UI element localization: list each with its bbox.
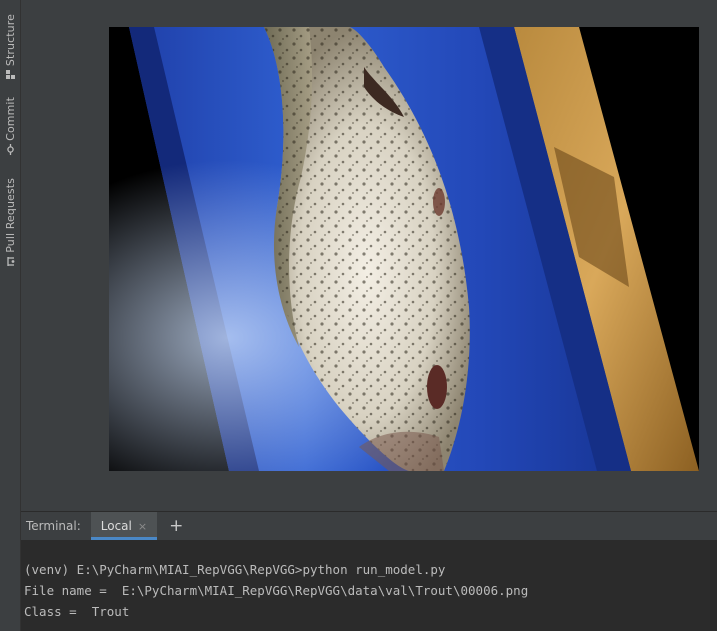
structure-icon xyxy=(5,70,15,80)
terminal-line: Class = Trout xyxy=(24,604,130,619)
commit-tab-label: Commit xyxy=(3,97,17,141)
fish-image xyxy=(109,27,699,471)
add-tab-icon[interactable]: + xyxy=(169,517,183,535)
image-viewer xyxy=(21,0,717,511)
close-icon[interactable]: × xyxy=(138,520,147,533)
left-tool-strip: Structure Commit Pull Requests xyxy=(0,0,21,631)
structure-tab-label: Structure xyxy=(3,14,17,67)
tab-local[interactable]: Local × xyxy=(90,512,158,540)
pull-requests-tab[interactable]: Pull Requests xyxy=(0,178,20,266)
commit-icon xyxy=(6,143,15,155)
pull-requests-tab-label: Pull Requests xyxy=(3,178,17,253)
trout-photo xyxy=(109,27,699,471)
terminal-line: (venv) E:\PyCharm\MIAI_RepVGG\RepVGG>pyt… xyxy=(24,562,446,577)
terminal-line: File name = E:\PyCharm\MIAI_RepVGG\RepVG… xyxy=(24,583,529,598)
tab-local-label: Local xyxy=(100,519,132,533)
terminal-output[interactable]: (venv) E:\PyCharm\MIAI_RepVGG\RepVGG>pyt… xyxy=(21,540,717,631)
terminal-title: Terminal: xyxy=(26,519,81,533)
structure-tab[interactable]: Structure xyxy=(0,14,20,80)
commit-tab[interactable]: Commit xyxy=(0,97,20,155)
pull-requests-icon xyxy=(6,256,15,266)
terminal-header: Terminal: Local × + xyxy=(21,511,717,541)
